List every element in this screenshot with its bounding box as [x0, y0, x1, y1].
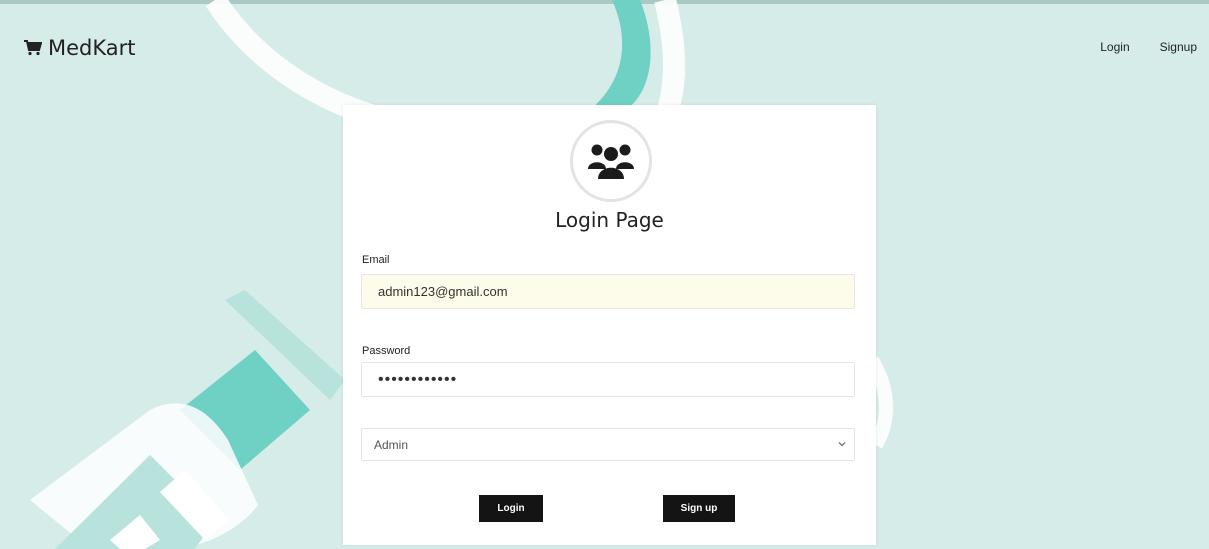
avatar — [570, 120, 652, 202]
login-button[interactable]: Login — [479, 495, 543, 522]
users-icon — [588, 144, 634, 179]
login-card: Login Page Email Password Admin Login Si… — [343, 105, 876, 545]
nav-signup-link[interactable]: Signup — [1160, 40, 1197, 54]
password-label: Password — [362, 345, 411, 357]
brand-name: MedKart — [48, 36, 136, 60]
role-select[interactable]: Admin — [361, 428, 855, 461]
password-field[interactable] — [361, 362, 855, 397]
signup-button[interactable]: Sign up — [663, 495, 735, 522]
email-label: Email — [362, 254, 390, 266]
cart-icon — [24, 40, 42, 56]
nav-links: Login Signup — [1100, 40, 1197, 54]
email-field[interactable] — [361, 274, 855, 309]
role-select-wrapper: Admin — [361, 428, 855, 461]
page-title: Login Page — [555, 208, 664, 232]
nav-login-link[interactable]: Login — [1100, 40, 1129, 54]
navbar: MedKart Login Signup — [0, 0, 1209, 90]
brand-link[interactable]: MedKart — [24, 36, 136, 60]
